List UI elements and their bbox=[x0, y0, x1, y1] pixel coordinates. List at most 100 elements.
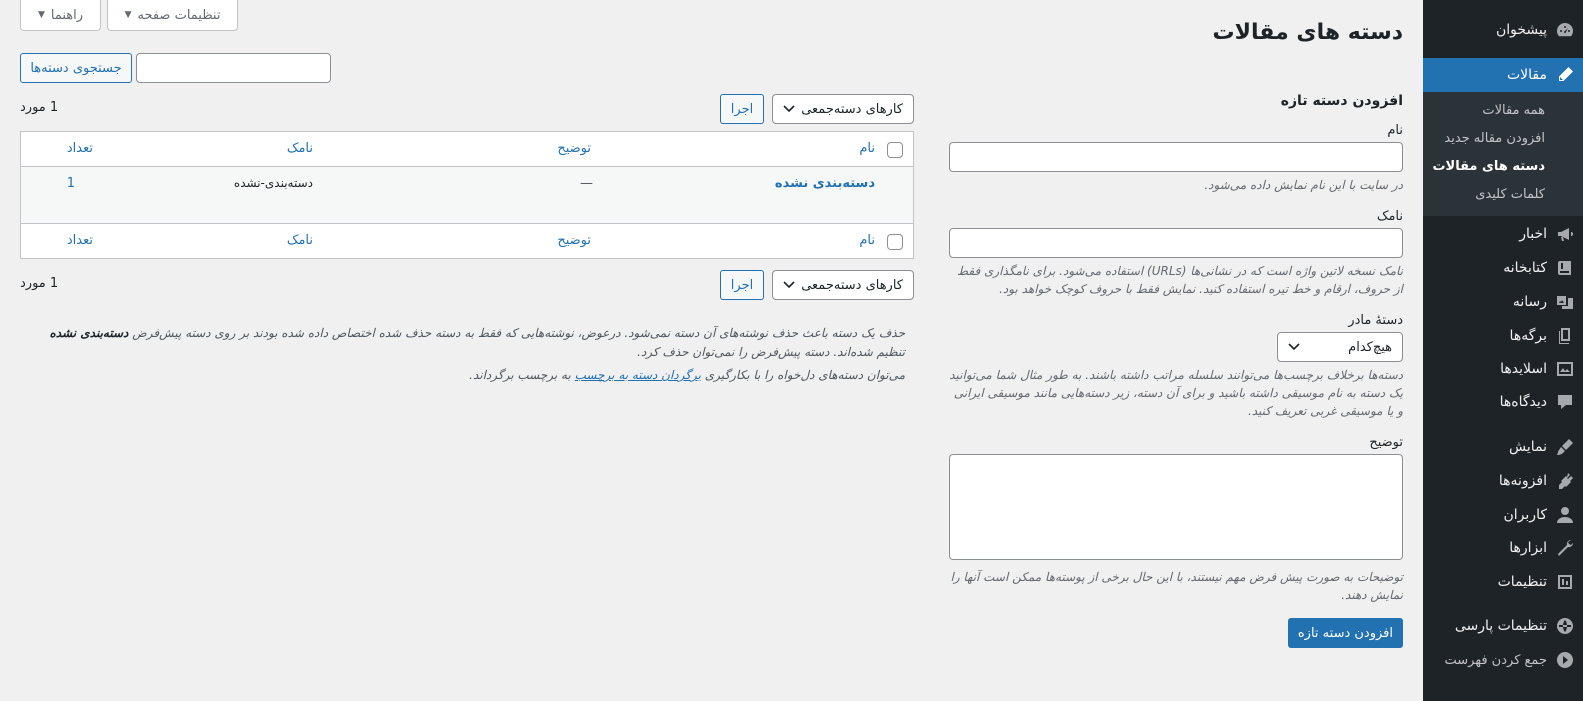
category-to-tag-converter-link[interactable]: برگردان دسته به برچسب bbox=[575, 368, 701, 382]
menu-item-library[interactable]: کتابخانه bbox=[1423, 251, 1583, 285]
menu-item-label: برگه‌ها bbox=[1509, 328, 1547, 344]
submenu-item-all-posts[interactable]: همه مقالات bbox=[1423, 97, 1583, 125]
column-slug[interactable]: نامک bbox=[287, 141, 313, 156]
menu-item-label: اسلایدها bbox=[1500, 361, 1547, 377]
chevron-down-icon bbox=[783, 281, 795, 289]
menu-item-collapse[interactable]: جمع کردن فهرست bbox=[1423, 643, 1583, 677]
menu-item-label: کاربران bbox=[1503, 507, 1547, 523]
menu-item-label: جمع کردن فهرست bbox=[1444, 652, 1547, 668]
delete-note-text: حذف یک دسته باعث حذف نوشته‌های آن دسته ن… bbox=[128, 326, 905, 340]
menu-item-posts[interactable]: مقالات bbox=[1415, 58, 1583, 92]
parent-description: دسته‌ها برخلاف برچسب‌ها می‌توانند سلسله … bbox=[949, 368, 1403, 418]
collapse-icon bbox=[1547, 643, 1583, 677]
parent-select-value: هیچ‌کدام bbox=[1348, 339, 1392, 355]
table-row: دسته‌بندی نشده — دسته‌بندی-نشده 1 bbox=[21, 167, 913, 223]
menu-item-label: مقالات bbox=[1506, 67, 1547, 83]
apply-button-top[interactable]: اجرا bbox=[720, 94, 764, 124]
delete-note: حذف یک دسته باعث حذف نوشته‌های آن دسته ن… bbox=[20, 324, 905, 362]
help-label: راهنما bbox=[50, 7, 84, 23]
book-icon bbox=[1547, 251, 1583, 285]
menu-item-label: رسانه bbox=[1512, 294, 1547, 310]
screen-options-label: تنظیمات صفحه bbox=[137, 7, 221, 23]
dashboard-icon bbox=[1547, 13, 1583, 47]
submenu-item-add-post[interactable]: افزودن مقاله جدید bbox=[1423, 125, 1583, 153]
slug-input[interactable] bbox=[949, 228, 1403, 258]
name-label: نام bbox=[1387, 123, 1403, 138]
column-count[interactable]: تعداد bbox=[67, 141, 93, 156]
bulk-actions-select-top[interactable]: کارهای دسته‌جمعی bbox=[772, 94, 914, 124]
column-description[interactable]: توضیح bbox=[557, 141, 591, 156]
pages-icon bbox=[1547, 319, 1583, 353]
bulk-actions-select-bottom[interactable]: کارهای دسته‌جمعی bbox=[772, 270, 914, 300]
caret-down-icon: ▼ bbox=[37, 10, 45, 20]
menu-item-label: نمایش bbox=[1508, 439, 1547, 455]
apply-button-bottom[interactable]: اجرا bbox=[720, 270, 764, 300]
menu-item-appearance[interactable]: نمایش bbox=[1423, 430, 1583, 464]
category-name-link[interactable]: دسته‌بندی نشده bbox=[775, 176, 875, 191]
name-description: در سایت با این نام نمایش داده می‌شود. bbox=[1204, 178, 1403, 192]
description-label: توضیح bbox=[1369, 435, 1403, 450]
slides-icon bbox=[1547, 352, 1583, 386]
search-categories-button[interactable]: جستجوی دسته‌ها bbox=[20, 53, 132, 83]
globe-icon bbox=[1547, 609, 1583, 643]
menu-item-pages[interactable]: برگه‌ها bbox=[1423, 319, 1583, 353]
convert-note-text: می‌توان دسته‌های دل‌خواه را با بکارگیری bbox=[700, 368, 905, 382]
comments-icon bbox=[1547, 385, 1583, 419]
posts-submenu: همه مقالات افزودن مقاله جدید دسته های مق… bbox=[1423, 92, 1583, 216]
megaphone-icon bbox=[1547, 217, 1583, 251]
default-category-name: دسته‌بندی نشده bbox=[49, 326, 129, 340]
menu-item-plugins[interactable]: افزونه‌ها bbox=[1423, 464, 1583, 498]
slug-label: نامک bbox=[1376, 209, 1403, 224]
parent-select[interactable]: هیچ‌کدام bbox=[1277, 332, 1403, 362]
add-category-button[interactable]: افزودن دسته تازه bbox=[1287, 618, 1403, 648]
menu-item-news[interactable]: اخبار bbox=[1423, 217, 1583, 251]
delete-note-text-end: تنظیم شده‌اند. دسته پیش‌فرض را نمی‌توان … bbox=[637, 345, 905, 359]
page-title: دسته های مقالات bbox=[1212, 20, 1403, 45]
media-icon bbox=[1547, 285, 1583, 319]
tools-icon bbox=[1547, 531, 1583, 565]
name-input[interactable] bbox=[949, 142, 1403, 172]
menu-item-label: کتابخانه bbox=[1503, 260, 1547, 276]
table-footer: نام توضیح نامک تعداد bbox=[21, 223, 913, 258]
convert-note: می‌توان دسته‌های دل‌خواه را با بکارگیری … bbox=[20, 366, 905, 385]
category-description: — bbox=[580, 176, 593, 191]
column-name-footer[interactable]: نام bbox=[859, 233, 875, 248]
chevron-down-icon bbox=[783, 105, 795, 113]
menu-item-users[interactable]: کاربران bbox=[1423, 498, 1583, 532]
category-count-link[interactable]: 1 bbox=[67, 176, 75, 191]
menu-item-label: اخبار bbox=[1519, 226, 1547, 242]
admin-menu: پیشخوان مقالات همه مقالات افزودن مقاله ج… bbox=[1415, 0, 1583, 701]
menu-item-slides[interactable]: اسلایدها bbox=[1423, 352, 1583, 386]
add-category-form: افزودن دسته تازه نام در سایت با این نام … bbox=[947, 93, 1403, 648]
slug-description: نامک نسخه لاتین واژه است که در نشانی‌ها … bbox=[956, 264, 1403, 296]
menu-item-label: تنظیمات پارسی bbox=[1454, 618, 1547, 634]
select-all-checkbox-bottom[interactable] bbox=[887, 234, 903, 250]
column-name[interactable]: نام bbox=[859, 141, 875, 156]
users-icon bbox=[1547, 498, 1583, 532]
menu-item-tools[interactable]: ابزارها bbox=[1423, 531, 1583, 565]
menu-item-label: پیشخوان bbox=[1495, 22, 1547, 38]
settings-icon bbox=[1547, 565, 1583, 599]
table-header: نام توضیح نامک تعداد bbox=[21, 132, 913, 167]
categories-table: نام توضیح نامک تعداد دسته‌بندی نشده — دس… bbox=[20, 131, 914, 259]
menu-item-label: تنظیمات bbox=[1497, 574, 1547, 590]
menu-item-media[interactable]: رسانه bbox=[1423, 285, 1583, 319]
submenu-item-tags[interactable]: کلمات کلیدی bbox=[1423, 181, 1583, 209]
items-count-bottom: 1 مورد bbox=[20, 276, 59, 291]
description-textarea[interactable] bbox=[949, 454, 1403, 560]
column-count-footer[interactable]: تعداد bbox=[67, 233, 93, 248]
menu-item-persian-settings[interactable]: تنظیمات پارسی bbox=[1423, 609, 1583, 643]
column-description-footer[interactable]: توضیح bbox=[557, 233, 591, 248]
search-input[interactable] bbox=[136, 53, 331, 83]
menu-item-settings[interactable]: تنظیمات bbox=[1423, 565, 1583, 599]
menu-item-dashboard[interactable]: پیشخوان bbox=[1423, 13, 1583, 47]
help-button[interactable]: راهنما ▼ bbox=[20, 0, 101, 31]
submenu-item-categories[interactable]: دسته های مقالات bbox=[1423, 153, 1583, 181]
screen-options-button[interactable]: تنظیمات صفحه ▼ bbox=[107, 0, 238, 31]
select-all-checkbox[interactable] bbox=[887, 142, 903, 158]
menu-item-comments[interactable]: دیدگاه‌ها bbox=[1423, 385, 1583, 419]
bulk-actions-value: کارهای دسته‌جمعی bbox=[801, 277, 903, 293]
appearance-icon bbox=[1547, 430, 1583, 464]
column-slug-footer[interactable]: نامک bbox=[287, 233, 313, 248]
main-content: تنظیمات صفحه ▼ راهنما ▼ دسته های مقالات … bbox=[0, 0, 1423, 701]
